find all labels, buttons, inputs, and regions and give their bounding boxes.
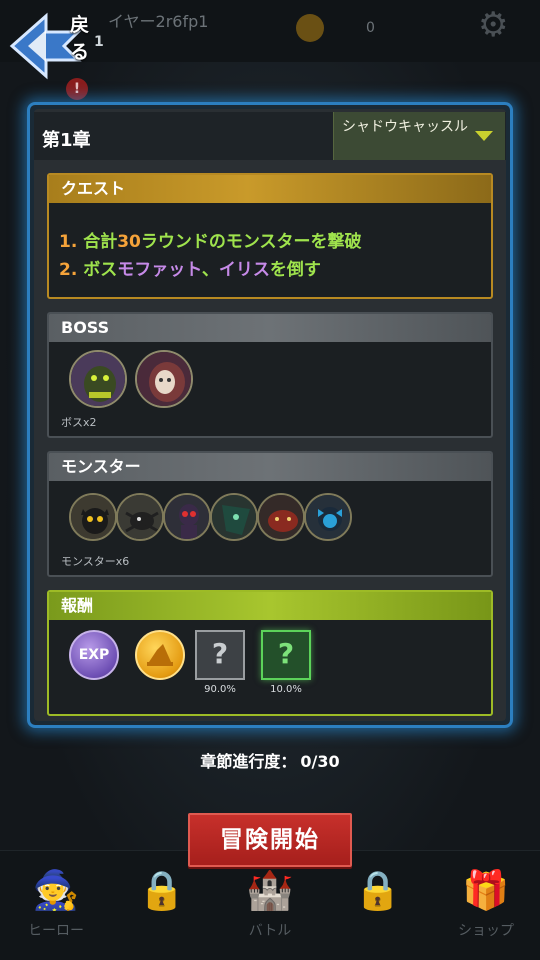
quest-boss-2: イリス [218, 260, 270, 280]
monster-2-icon [118, 495, 162, 539]
player-name: イヤー2r6fp1 [108, 12, 209, 31]
mystery-box-chance: 90.0% [204, 684, 236, 695]
stage-name: シャドウキャッスル [342, 119, 468, 135]
quest-count: 30 [117, 232, 141, 252]
chapter-title: 第1章 [42, 130, 91, 151]
monster-portrait[interactable] [116, 493, 164, 541]
monster-portrait[interactable] [163, 493, 211, 541]
quest-num-2: 2. [59, 260, 78, 280]
reward-section: 報酬 EXP ? 90.0% ? 10.0% [47, 590, 493, 716]
monster-portrait[interactable] [304, 493, 352, 541]
quest-num-1: 1. [59, 232, 78, 252]
rare-mystery-box-icon[interactable]: ? [261, 630, 311, 680]
progress-label: 章節進行度： [200, 752, 297, 771]
monster-1-icon [71, 495, 115, 539]
nav-shop-label: ショップ [458, 923, 514, 939]
boss-moffat-icon [71, 352, 125, 406]
castle-icon: 🏰 [246, 868, 294, 912]
reward-heading: 報酬 [49, 592, 491, 620]
gear-icon[interactable]: ⚙ [478, 8, 508, 42]
quest-text-2-pre: ボス [83, 260, 118, 280]
gold-coin-icon[interactable] [135, 630, 185, 680]
boss-heading: BOSS [49, 314, 491, 342]
nav-shop[interactable]: 🎁 ショップ [446, 868, 526, 940]
mystery-box-icon[interactable]: ? [195, 630, 245, 680]
monster-portrait[interactable] [210, 493, 258, 541]
progress-value: 0/30 [300, 752, 340, 771]
back-badge: 1 [94, 34, 104, 50]
nav-battle[interactable]: 🏰 バトル [230, 868, 310, 940]
nav-battle-label: バトル [248, 923, 292, 939]
boss-iris-portrait[interactable] [135, 350, 193, 408]
monster-section: モンスター モンスターx6 [47, 451, 493, 577]
boss-iris-icon [137, 352, 191, 406]
quest-boss-1: モファット [117, 260, 202, 280]
coin-icon [296, 14, 324, 42]
quest-text-1-post: ラウンドのモンスターを撃破 [140, 232, 362, 252]
coin-value: 0 [366, 20, 375, 36]
monster-4-icon [212, 495, 256, 539]
rare-mystery-box-chance: 10.0% [270, 684, 302, 695]
quest-section: クエスト 1. 合計30ラウンドのモンスターを撃破 2. ボスモファット、イリス… [47, 173, 493, 299]
nav-locked-1[interactable]: 🔒 [122, 868, 202, 912]
exp-icon[interactable]: EXP [69, 630, 119, 680]
boss-moffat-portrait[interactable] [69, 350, 127, 408]
chapter-progress: 章節進行度： 0/30 [0, 748, 540, 772]
boss-count: ボスx2 [61, 416, 97, 429]
lock-icon: 🔒 [138, 868, 186, 912]
quest-line-2: 2. ボスモファット、イリスを倒す [59, 255, 321, 280]
quest-sep: 、 [201, 260, 219, 280]
back-button[interactable]: 戻る 1 [8, 4, 104, 80]
quest-text-2-post: を倒す [269, 260, 321, 280]
monster-heading: モンスター [49, 453, 491, 481]
quest-heading: クエスト [49, 175, 491, 203]
boss-section: BOSS ボスx2 [47, 312, 493, 438]
monster-3-icon [165, 495, 209, 539]
nav-hero-label: ヒーロー [28, 923, 84, 939]
quest-text-1-pre: 合計 [83, 232, 118, 252]
hat-emblem-icon [147, 644, 173, 666]
gift-icon: 🎁 [462, 868, 510, 912]
monster-5-icon [259, 495, 303, 539]
monster-count: モンスターx6 [61, 555, 130, 568]
stage-dropdown[interactable]: シャドウキャッスル [333, 112, 505, 160]
nav-locked-2[interactable]: 🔒 [338, 868, 418, 912]
monster-6-icon [306, 495, 350, 539]
quest-line-1: 1. 合計30ラウンドのモンスターを撃破 [59, 227, 362, 252]
start-adventure-button[interactable]: 冒険開始 [188, 813, 352, 867]
chevron-down-icon [475, 131, 493, 141]
hero-icon: 🧙 [32, 868, 80, 912]
nav-hero[interactable]: 🧙 ヒーロー [16, 868, 96, 940]
monster-portrait[interactable] [257, 493, 305, 541]
monster-portrait[interactable] [69, 493, 117, 541]
lock-icon: 🔒 [354, 868, 402, 912]
